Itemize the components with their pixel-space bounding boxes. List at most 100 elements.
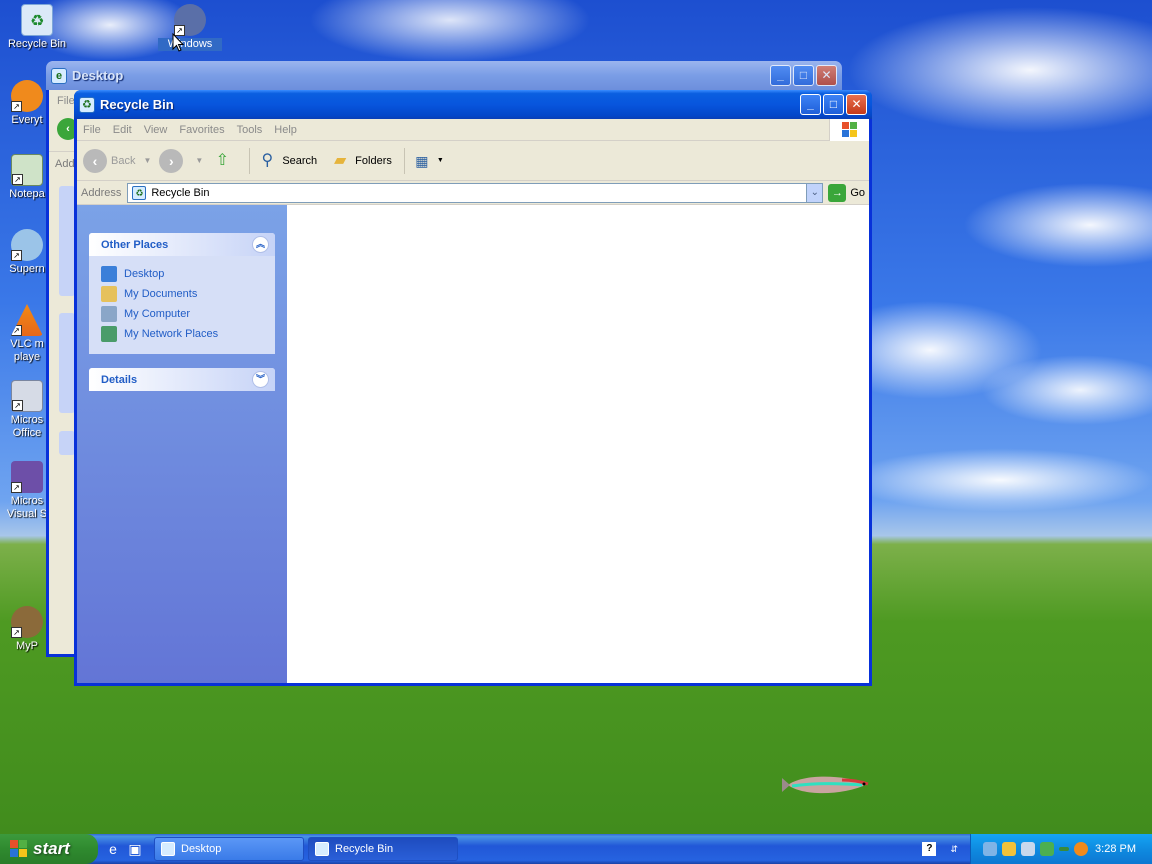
maximize-button[interactable]: □ <box>823 94 844 115</box>
network-tray-icon[interactable] <box>983 842 997 856</box>
menu-favorites[interactable]: Favorites <box>173 124 230 136</box>
taskbar-button-desktop[interactable]: Desktop <box>154 837 304 861</box>
system-tray: 3:28 PM <box>970 834 1152 864</box>
shortcut-arrow-icon: ↗ <box>11 627 22 638</box>
search-tray-icon[interactable] <box>1074 842 1088 856</box>
clock[interactable]: 3:28 PM <box>1095 843 1136 855</box>
forward-dropdown-icon[interactable]: ▼ <box>195 156 203 165</box>
desktop-icon-movie-maker[interactable]: ↗ Windows Movie Maker <box>153 4 227 51</box>
details-title: Details <box>101 373 138 386</box>
expand-chevron-icon[interactable]: ︾ <box>252 371 269 388</box>
place-desktop[interactable]: Desktop <box>101 264 263 284</box>
desktop-window-titlebar[interactable]: e Desktop _ □ ✕ <box>46 61 842 90</box>
up-button[interactable]: ⇧ <box>211 150 237 172</box>
menu-file[interactable]: File <box>57 95 75 107</box>
desktop-icon-recycle-bin[interactable]: ♻ Recycle Bin <box>0 4 74 51</box>
speaker-tray-icon[interactable] <box>1021 842 1035 856</box>
app-tray-icon[interactable] <box>1040 842 1054 856</box>
maximize-button[interactable]: □ <box>793 65 814 86</box>
menu-view[interactable]: View <box>138 124 174 136</box>
other-places-header[interactable]: Other Places ︽ <box>89 233 275 256</box>
language-bar: ? ⇵ <box>922 842 958 856</box>
close-button[interactable]: ✕ <box>846 94 867 115</box>
back-dropdown-icon[interactable]: ▼ <box>143 156 151 165</box>
shortcut-arrow-icon: ↗ <box>12 400 23 411</box>
desktop-window-title: Desktop <box>72 68 124 83</box>
address-dropdown-icon[interactable]: ⌄ <box>806 183 823 202</box>
ms-office-icon: ↗ <box>11 380 43 412</box>
security-shield-icon[interactable] <box>1002 842 1016 856</box>
menu-edit[interactable]: Edit <box>107 124 138 136</box>
shortcut-arrow-icon: ↗ <box>11 250 22 261</box>
views-button[interactable]: ▦ ▼ <box>411 150 444 172</box>
menu-help[interactable]: Help <box>268 124 303 136</box>
recycle-bin-task-icon <box>315 842 329 856</box>
task-pane-fragment <box>59 313 75 413</box>
shortcut-arrow-icon: ↗ <box>11 482 22 493</box>
taskbar: start e ▣ Desktop Recycle Bin ? ⇵ 3:28 P… <box>0 834 1152 864</box>
recycle-bin-titlebar[interactable]: ♻ Recycle Bin _ □ ✕ <box>74 90 872 119</box>
place-label: My Documents <box>124 288 198 300</box>
details-pane: Details ︾ <box>89 368 275 391</box>
search-button[interactable]: ⚲ Search <box>256 150 317 172</box>
other-places-pane: Other Places ︽ Desktop My Documents My C… <box>89 233 275 354</box>
fish-icon <box>782 776 869 794</box>
recycle-bin-icon: ♻ <box>21 4 53 36</box>
folders-button[interactable]: ▰ Folders <box>329 150 392 172</box>
toolbar: ‹ Back ▼ › ▼ ⇧ ⚲ Search ▰ Folders ▦ ▼ <box>77 141 869 181</box>
menu-file[interactable]: File <box>77 124 107 136</box>
place-my-documents[interactable]: My Documents <box>101 284 263 304</box>
forward-button[interactable]: › <box>159 148 187 173</box>
recycle-bin-title-icon: ♻ <box>79 96 95 113</box>
mouse-cursor-icon <box>172 33 185 52</box>
address-label: Address <box>81 186 122 199</box>
recycle-bin-small-icon: ♻ <box>132 185 147 200</box>
task-label: Recycle Bin <box>335 843 394 855</box>
desktop-task-icon <box>161 842 175 856</box>
toolbar-separator <box>249 147 251 174</box>
up-folder-icon: ⇧ <box>215 151 230 169</box>
my-computer-icon <box>101 306 117 322</box>
details-header[interactable]: Details ︾ <box>89 368 275 391</box>
place-my-computer[interactable]: My Computer <box>101 304 263 324</box>
desktop-icon-label: Windows Movie Maker <box>158 38 222 51</box>
vlc-cone-icon: ↗ <box>11 304 43 336</box>
forward-arrow-icon: › <box>159 148 184 173</box>
minimize-button[interactable]: _ <box>800 94 821 115</box>
address-label: Add <box>55 158 75 170</box>
task-pane-fragment <box>59 186 75 296</box>
restore-langbar-icon[interactable]: ⇵ <box>950 844 958 855</box>
addressbar: Address ♻ ⌄ → Go <box>77 181 869 205</box>
back-label: Back <box>111 154 136 167</box>
collapse-chevron-icon[interactable]: ︽ <box>252 236 269 253</box>
file-list-area[interactable] <box>287 205 869 683</box>
help-icon[interactable]: ? <box>922 842 937 856</box>
desktop-icon-label: VLC m playe <box>10 338 44 363</box>
task-pane-fragment <box>59 431 75 455</box>
everything-icon: ↗ <box>11 80 43 112</box>
start-button[interactable]: start <box>0 834 98 864</box>
notepad-icon: ↗ <box>11 154 43 186</box>
close-button[interactable]: ✕ <box>816 65 837 86</box>
minimize-button[interactable]: _ <box>770 65 791 86</box>
show-desktop-icon[interactable]: ▣ <box>126 840 144 858</box>
taskbar-button-recycle-bin[interactable]: Recycle Bin <box>308 837 458 861</box>
content-area: Other Places ︽ Desktop My Documents My C… <box>77 205 869 683</box>
place-my-network-places[interactable]: My Network Places <box>101 324 263 344</box>
connection-tray-icon[interactable] <box>1059 847 1069 851</box>
recycle-bin-window[interactable]: ♻ Recycle Bin _ □ ✕ File Edit View Favor… <box>74 90 872 686</box>
window-title: Recycle Bin <box>100 97 174 112</box>
desktop-icon-label: Micros Visual S <box>6 495 48 520</box>
menu-tools[interactable]: Tools <box>231 124 269 136</box>
internet-explorer-icon[interactable]: e <box>104 840 122 858</box>
windows-logo-icon <box>829 119 869 141</box>
back-button[interactable]: ‹ Back <box>83 148 136 173</box>
menubar: File Edit View Favorites Tools Help <box>77 119 869 141</box>
go-button[interactable]: → Go <box>828 183 865 202</box>
desktop-icon-label: Micros Office <box>10 414 44 439</box>
folders-label: Folders <box>355 154 392 167</box>
my-documents-icon <box>101 286 117 302</box>
address-input[interactable] <box>151 186 807 199</box>
views-icon: ▦ <box>415 152 429 169</box>
address-field[interactable]: ♻ ⌄ <box>127 182 824 203</box>
